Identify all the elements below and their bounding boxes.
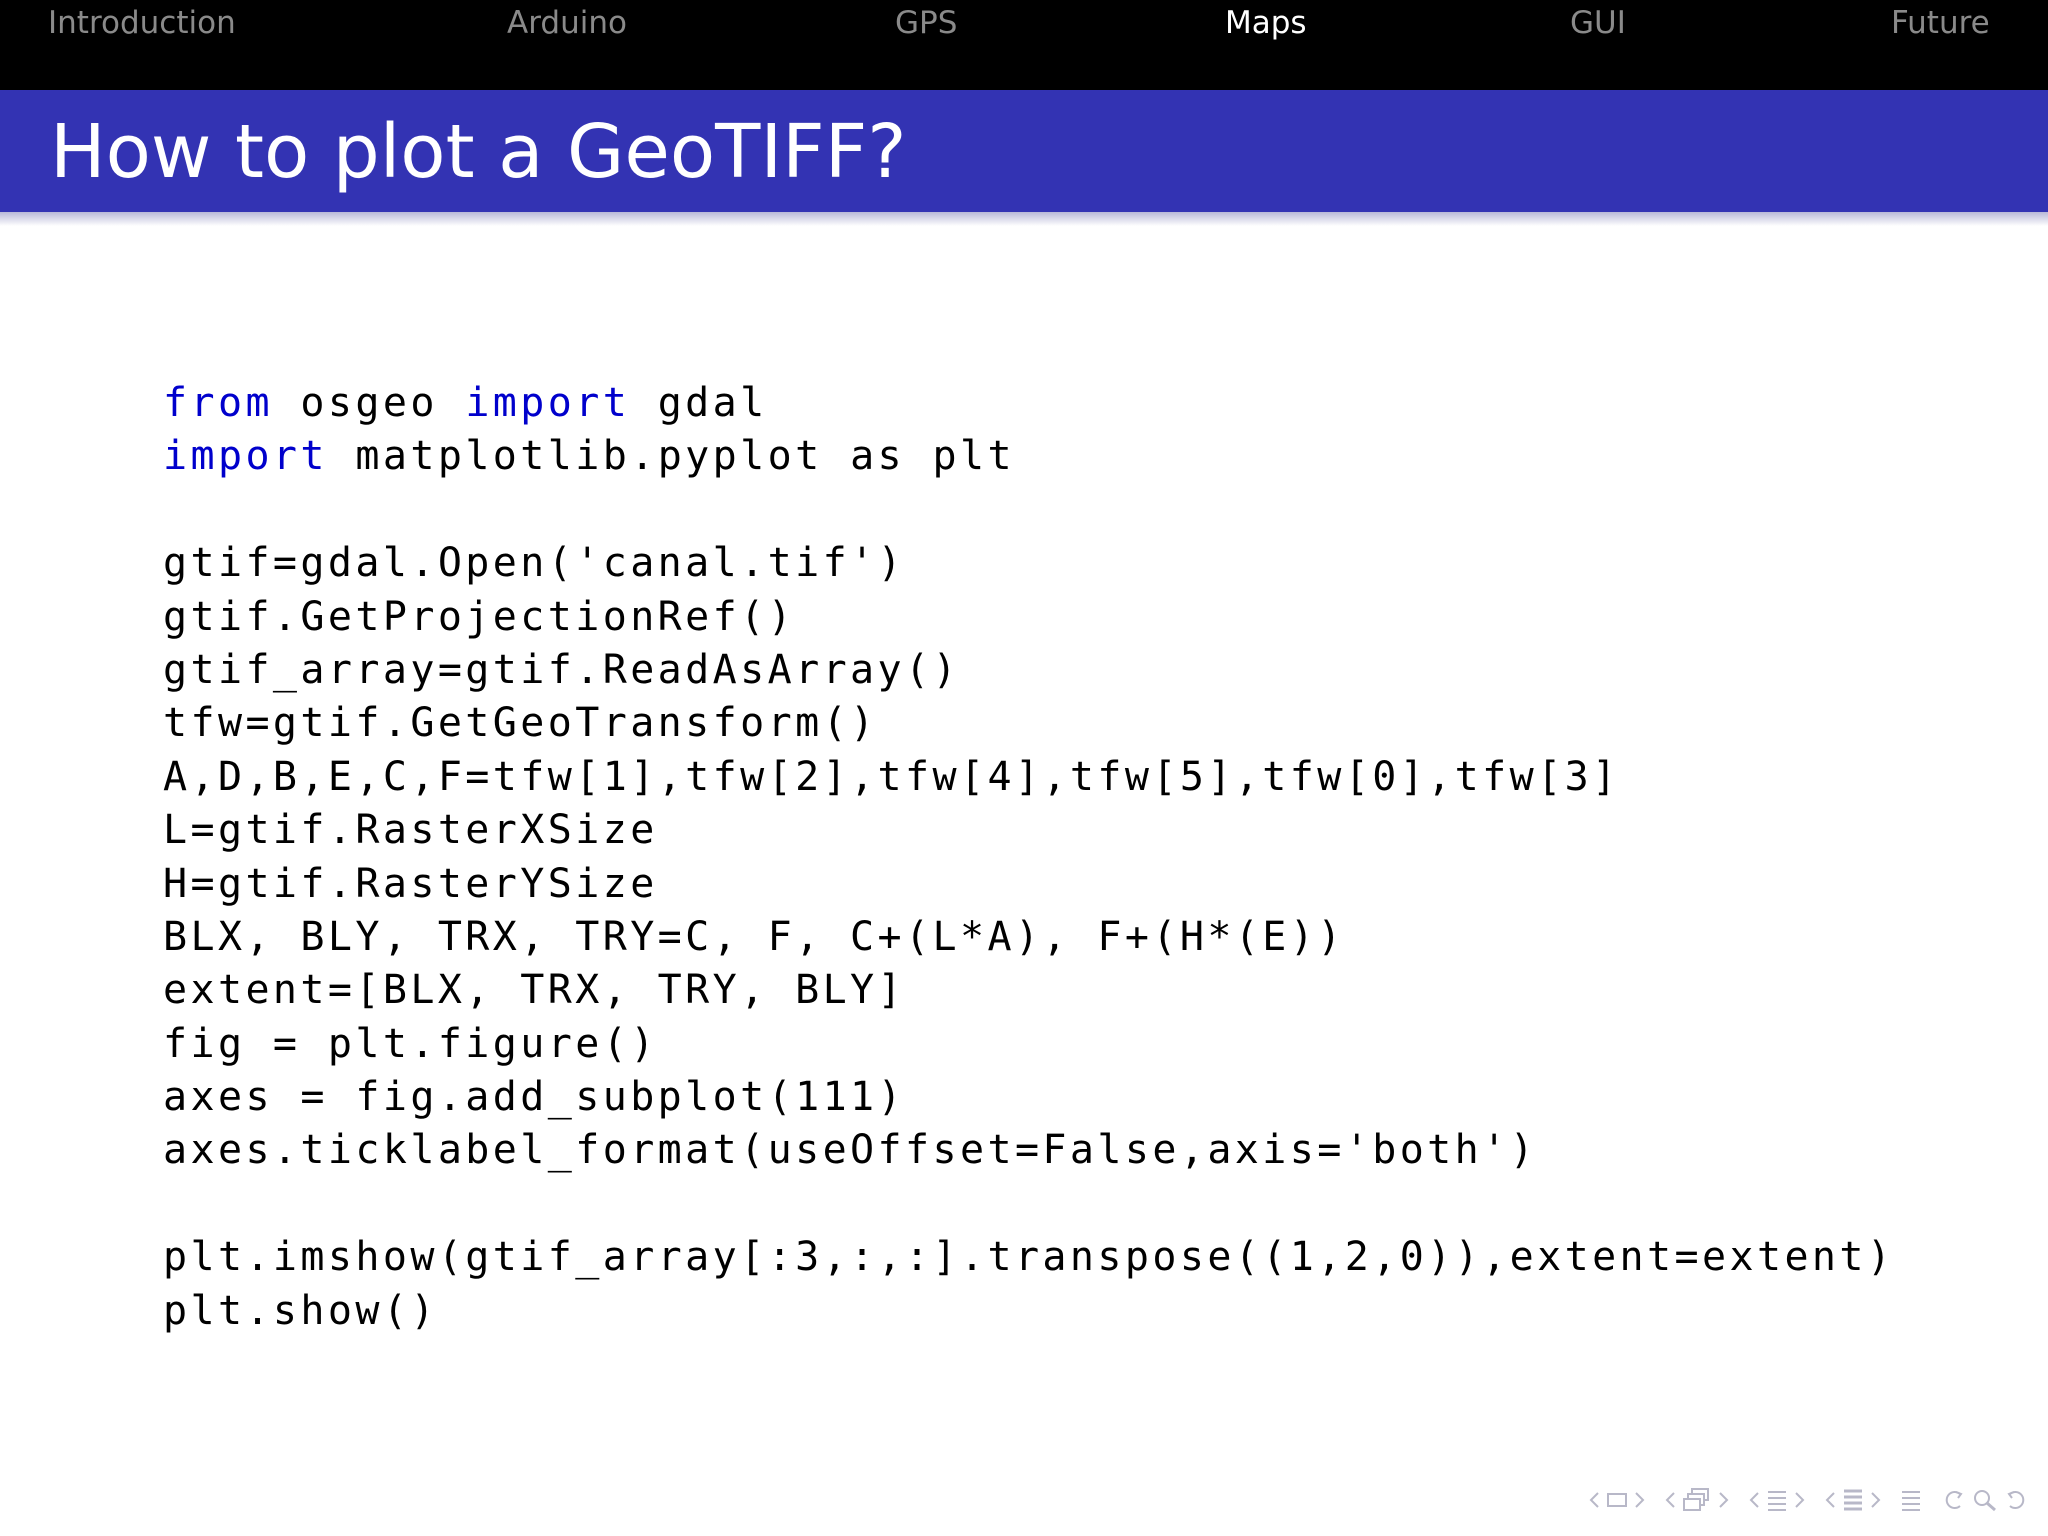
nav-item-future[interactable]: Future [1891, 0, 1990, 46]
slide-nav-group [1588, 1491, 1646, 1509]
code-text: extent=[BLX, TRX, TRY, BLY] [163, 967, 906, 1014]
back-icon[interactable] [1940, 1488, 1966, 1512]
section-nav-group [1824, 1488, 1882, 1512]
nav-item-arduino[interactable]: Arduino [507, 0, 627, 46]
code-text: H=gtif.RasterYSize [163, 860, 658, 907]
code-line: extent=[BLX, TRX, TRY, BLY] [163, 964, 1894, 1017]
code-listing: from osgeo import gdal import matplotlib.… [163, 377, 1894, 1338]
toc-icon[interactable] [1900, 1488, 1922, 1512]
code-text: BLX, BLY, TRX, TRY=C, F, C+(L*A), F+(H*(… [163, 913, 1345, 960]
code-line: L=gtif.RasterXSize [163, 804, 1894, 857]
code-line: plt.imshow(gtif_array[:3,:,:].transpose(… [163, 1231, 1894, 1284]
code-line: plt.show() [163, 1285, 1894, 1338]
frame-prev-icon[interactable] [1664, 1491, 1676, 1509]
nav-item-introduction[interactable]: Introduction [48, 0, 236, 46]
title-bar-shadow [0, 212, 2048, 226]
slide-icon[interactable] [1606, 1491, 1628, 1509]
code-line: tfw=gtif.GetGeoTransform() [163, 697, 1894, 750]
section-icon[interactable] [1842, 1488, 1864, 1512]
toc-nav-group [1900, 1488, 1922, 1512]
nav-item-gui[interactable]: GUI [1570, 0, 1626, 46]
subsection-prev-icon[interactable] [1748, 1491, 1760, 1509]
forward-icon[interactable] [2004, 1488, 2030, 1512]
code-text: osgeo [272, 380, 466, 426]
section-prev-icon[interactable] [1824, 1491, 1836, 1509]
nav-item-gps[interactable]: GPS [895, 0, 957, 46]
code-text: axes.ticklabel_format(useOffset=False,ax… [163, 1127, 1538, 1174]
section-next-icon[interactable] [1870, 1491, 1882, 1509]
code-line: gtif.GetProjectionRef() [163, 591, 1894, 644]
slide-next-icon[interactable] [1634, 1491, 1646, 1509]
code-text: plt.show() [163, 1287, 438, 1334]
frame-nav-group [1664, 1487, 1730, 1513]
code-text: fig = plt.figure() [163, 1020, 658, 1067]
code-line: gtif_array=gtif.ReadAsArray() [163, 644, 1894, 697]
code-line: from osgeo import gdal [163, 377, 1894, 430]
code-text: matplotlib.pyplot as plt [327, 433, 1015, 480]
frame-next-icon[interactable] [1718, 1491, 1730, 1509]
code-text: tfw=gtif.GetGeoTransform() [163, 700, 878, 747]
section-navbar: Introduction Arduino GPS Maps GUI Future [0, 0, 2048, 90]
code-text: gdal [630, 380, 768, 426]
code-keyword: import [163, 433, 328, 480]
code-line: A,D,B,E,C,F=tfw[1],tfw[2],tfw[4],tfw[5],… [163, 751, 1894, 804]
slide-title: How to plot a GeoTIFF? [50, 109, 907, 195]
subsection-next-icon[interactable] [1794, 1491, 1806, 1509]
code-text: gtif.GetProjectionRef() [163, 593, 796, 640]
code-line: import matplotlib.pyplot as plt [163, 430, 1894, 483]
frame-icon[interactable] [1682, 1487, 1712, 1513]
code-text: gtif_array=gtif.ReadAsArray() [163, 646, 960, 693]
code-line: gtif=gdal.Open('canal.tif') [163, 537, 1894, 590]
code-text: axes = fig.add_subplot(111) [163, 1074, 906, 1121]
nav-item-maps[interactable]: Maps [1225, 0, 1307, 46]
code-line: BLX, BLY, TRX, TRY=C, F, C+(L*A), F+(H*(… [163, 911, 1894, 964]
slide-prev-icon[interactable] [1588, 1491, 1600, 1509]
code-text: A,D,B,E,C,F=tfw[1],tfw[2],tfw[4],tfw[5],… [163, 753, 1620, 800]
code-text: L=gtif.RasterXSize [163, 807, 658, 854]
subsection-nav-group [1748, 1488, 1806, 1512]
subsection-icon[interactable] [1766, 1488, 1788, 1512]
search-icon[interactable] [1972, 1488, 1998, 1512]
code-keyword: from [163, 380, 273, 426]
search-nav-group [1940, 1488, 2030, 1512]
code-text: gtif=gdal.Open('canal.tif') [163, 540, 906, 587]
code-line: axes = fig.add_subplot(111) [163, 1071, 1894, 1124]
code-line: H=gtif.RasterYSize [163, 858, 1894, 911]
beamer-navigation [1588, 1482, 2030, 1518]
code-text: plt.imshow(gtif_array[:3,:,:].transpose(… [163, 1234, 1895, 1281]
code-keyword: import [465, 380, 631, 426]
code-line: fig = plt.figure() [163, 1018, 1894, 1071]
code-line: axes.ticklabel_format(useOffset=False,ax… [163, 1124, 1894, 1177]
